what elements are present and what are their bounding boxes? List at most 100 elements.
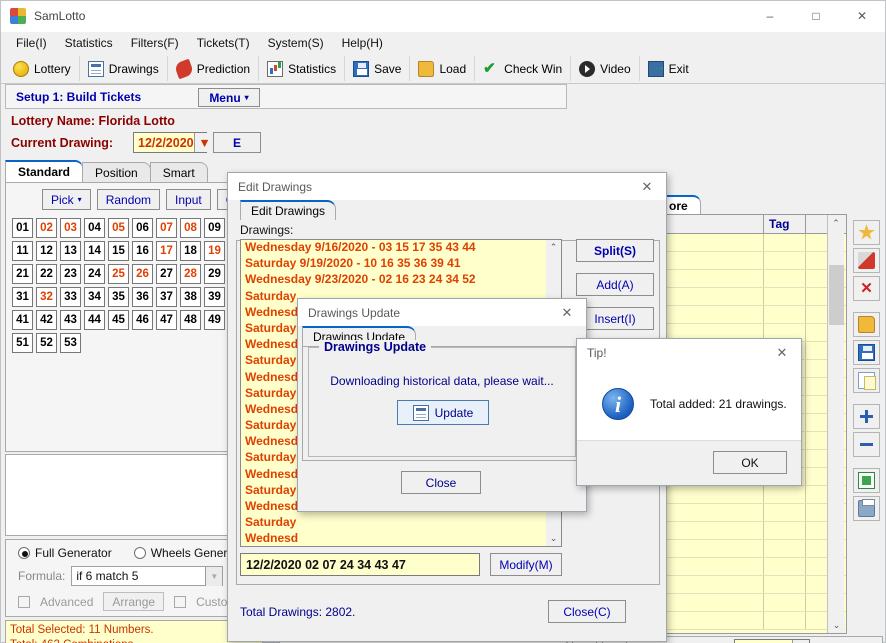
print-button[interactable] <box>853 496 880 521</box>
export-button[interactable] <box>853 468 880 493</box>
number-cell-06[interactable]: 06 <box>132 218 153 238</box>
number-cell-02[interactable]: 02 <box>36 218 57 238</box>
modify-button[interactable]: Modify(M) <box>490 553 562 576</box>
edit-drawings-button[interactable]: E <box>213 132 261 153</box>
copy-page-button[interactable] <box>853 368 880 393</box>
list-item[interactable]: Wednesday 9/23/2020 - 02 16 23 24 34 52 <box>241 272 561 288</box>
number-cell-13[interactable]: 13 <box>60 241 81 261</box>
tab-standard[interactable]: Standard <box>5 160 84 182</box>
list-item[interactable]: Wednesday 9/16/2020 - 03 15 17 35 43 44 <box>241 240 561 256</box>
arrange-button[interactable]: Arrange <box>103 592 165 611</box>
drawings-update-close-button[interactable]: Close <box>401 471 481 494</box>
input-button[interactable]: Input <box>166 189 211 210</box>
number-cell-51[interactable]: 51 <box>12 333 33 353</box>
tickets-scrollbar[interactable]: ⌃ ⌄ <box>827 215 845 633</box>
toolbar-save-button[interactable]: Save <box>345 56 411 81</box>
number-cell-01[interactable]: 01 <box>12 218 33 238</box>
number-cell-42[interactable]: 42 <box>36 310 57 330</box>
number-cell-21[interactable]: 21 <box>12 264 33 284</box>
number-cell-26[interactable]: 26 <box>132 264 153 284</box>
custom-wheel-checkbox[interactable] <box>174 595 187 608</box>
plus-button[interactable] <box>853 404 880 429</box>
number-cell-41[interactable]: 41 <box>12 310 33 330</box>
toolbar-checkwin-button[interactable]: Check Win <box>475 56 572 81</box>
number-cell-18[interactable]: 18 <box>180 241 201 261</box>
toolbar-exit-button[interactable]: Exit <box>640 56 697 81</box>
number-cell-38[interactable]: 38 <box>180 287 201 307</box>
scroll-up-icon[interactable]: ⌃ <box>828 215 844 231</box>
number-cell-07[interactable]: 07 <box>156 218 177 238</box>
menu-file[interactable]: File(I) <box>7 34 56 52</box>
close-icon[interactable]: ✕ <box>763 339 801 366</box>
toolbar-prediction-button[interactable]: Prediction <box>168 56 260 81</box>
formula-select[interactable]: if 6 match 5 ▼ <box>71 566 224 586</box>
number-cell-37[interactable]: 37 <box>156 287 177 307</box>
number-cell-27[interactable]: 27 <box>156 264 177 284</box>
drawing-edit-input[interactable]: 12/2/2020 02 07 24 34 43 47 <box>240 553 480 576</box>
radio-full-generator[interactable]: Full Generator <box>18 546 112 560</box>
edit-drawings-close-button[interactable]: Close(C) <box>548 600 626 623</box>
list-item[interactable]: Wednesd <box>241 531 561 546</box>
current-drawing-select[interactable]: 12/2/2020 ▼ <box>133 132 211 153</box>
minimize-button[interactable]: – <box>747 1 793 32</box>
number-cell-09[interactable]: 09 <box>204 218 225 238</box>
random-button[interactable]: Random <box>96 189 161 210</box>
number-cell-35[interactable]: 35 <box>108 287 129 307</box>
delete-x-button[interactable] <box>853 276 880 301</box>
setup-menu-button[interactable]: Menu ▾ <box>198 88 260 107</box>
number-cell-43[interactable]: 43 <box>60 310 81 330</box>
number-cell-04[interactable]: 04 <box>84 218 105 238</box>
edit-pencil-button[interactable] <box>853 248 880 273</box>
number-cell-32[interactable]: 32 <box>36 287 57 307</box>
number-cell-48[interactable]: 48 <box>180 310 201 330</box>
number-cell-08[interactable]: 08 <box>180 218 201 238</box>
splits-button[interactable]: Split(S) <box>576 239 654 262</box>
open-folder-button[interactable] <box>853 312 880 337</box>
save-disk-button[interactable] <box>853 340 880 365</box>
list-item[interactable]: Saturday 9/19/2020 - 10 16 35 36 39 41 <box>241 256 561 272</box>
scroll-down-icon[interactable]: ⌄ <box>546 531 561 546</box>
number-cell-12[interactable]: 12 <box>36 241 57 261</box>
number-cell-53[interactable]: 53 <box>60 333 81 353</box>
inserti-button[interactable]: Insert(I) <box>576 307 654 330</box>
number-cell-34[interactable]: 34 <box>84 287 105 307</box>
minus-button[interactable] <box>853 432 880 457</box>
number-cell-19[interactable]: 19 <box>204 241 225 261</box>
toolbar-lottery-button[interactable]: Lottery <box>5 56 80 81</box>
tab-smart[interactable]: Smart <box>149 162 208 182</box>
number-cell-29[interactable]: 29 <box>204 264 225 284</box>
scroll-down-icon[interactable]: ⌄ <box>828 617 845 633</box>
tab-edit-drawings[interactable]: Edit Drawings <box>240 200 337 220</box>
number-cell-49[interactable]: 49 <box>204 310 225 330</box>
chevron-down-icon[interactable]: ▼ <box>205 566 223 586</box>
toolbar-load-button[interactable]: Load <box>410 56 476 81</box>
number-cell-31[interactable]: 31 <box>12 287 33 307</box>
scrollbar-thumb[interactable] <box>829 265 844 325</box>
number-cell-05[interactable]: 05 <box>108 218 129 238</box>
radio-wheels-generator[interactable]: Wheels Generat <box>133 546 237 560</box>
menu-statistics[interactable]: Statistics <box>56 34 122 52</box>
number-cell-22[interactable]: 22 <box>36 264 57 284</box>
number-cell-25[interactable]: 25 <box>108 264 129 284</box>
adda-button[interactable]: Add(A) <box>576 273 654 296</box>
number-cell-45[interactable]: 45 <box>108 310 129 330</box>
menu-filters[interactable]: Filters(F) <box>122 34 188 52</box>
number-cell-24[interactable]: 24 <box>84 264 105 284</box>
advanced-checkbox[interactable] <box>18 595 30 608</box>
zoom-select[interactable]: 100% ▼ <box>733 638 810 643</box>
number-cell-28[interactable]: 28 <box>180 264 201 284</box>
number-cell-16[interactable]: 16 <box>132 241 153 261</box>
number-cell-36[interactable]: 36 <box>132 287 153 307</box>
number-cell-11[interactable]: 11 <box>12 241 33 261</box>
list-item[interactable]: Saturday <box>241 515 561 531</box>
number-cell-14[interactable]: 14 <box>84 241 105 261</box>
pick-button[interactable]: Pick ▾ <box>42 189 91 210</box>
chevron-down-icon[interactable]: ▼ <box>193 133 211 152</box>
scroll-up-icon[interactable]: ⌃ <box>546 240 561 255</box>
number-cell-15[interactable]: 15 <box>108 241 129 261</box>
menu-tickets[interactable]: Tickets(T) <box>188 34 259 52</box>
number-cell-23[interactable]: 23 <box>60 264 81 284</box>
number-cell-33[interactable]: 33 <box>60 287 81 307</box>
number-cell-03[interactable]: 03 <box>60 218 81 238</box>
maximize-button[interactable]: □ <box>793 1 839 32</box>
